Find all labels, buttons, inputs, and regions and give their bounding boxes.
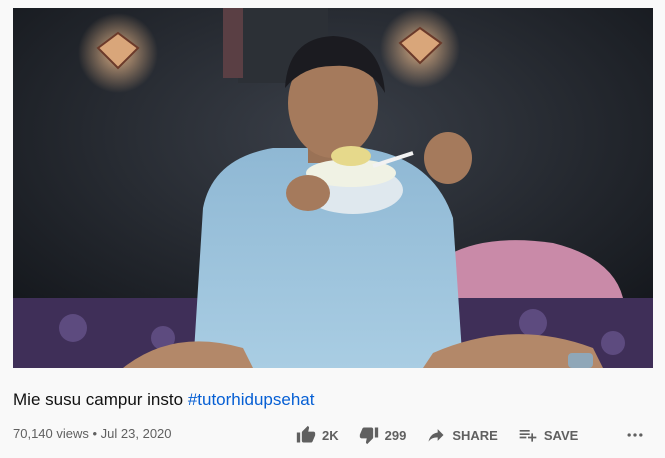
playlist-add-icon xyxy=(518,425,538,445)
share-label: SHARE xyxy=(452,427,498,443)
upload-date: Jul 23, 2020 xyxy=(100,426,172,441)
share-button[interactable]: SHARE xyxy=(426,425,498,445)
more-horiz-icon xyxy=(625,425,645,445)
video-player[interactable] xyxy=(13,8,653,368)
like-button[interactable]: 2K xyxy=(296,425,339,445)
video-meta: 70,140 views • Jul 23, 2020 xyxy=(13,426,172,441)
hashtag-link[interactable]: #tutorhidupsehat xyxy=(188,390,315,409)
video-title-text: Mie susu campur insto xyxy=(13,390,184,409)
view-count: 70,140 views xyxy=(13,426,89,441)
like-count: 2K xyxy=(322,427,339,443)
dislike-button[interactable]: 299 xyxy=(359,425,407,445)
thumbs-up-icon xyxy=(296,425,316,445)
dislike-count: 299 xyxy=(384,427,407,443)
video-title: Mie susu campur insto #tutorhidupsehat xyxy=(13,389,314,411)
meta-separator: • xyxy=(88,426,101,441)
save-label: SAVE xyxy=(543,427,579,443)
video-frame xyxy=(13,8,653,368)
more-actions-button[interactable] xyxy=(625,425,645,445)
thumbs-down-icon xyxy=(359,425,379,445)
video-actions: 2K 299 SHARE SAVE xyxy=(296,420,665,450)
share-arrow-icon xyxy=(426,425,446,445)
save-button[interactable]: SAVE xyxy=(518,425,578,445)
